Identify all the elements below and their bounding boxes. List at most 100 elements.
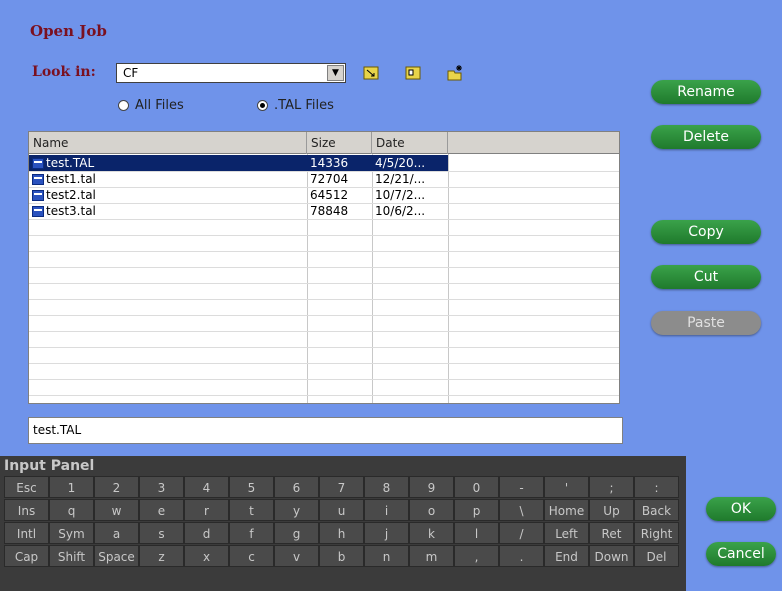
cell-date: 12/21/... [375,172,426,186]
key-v[interactable]: v [274,545,319,567]
row-divider [29,267,619,268]
key-q[interactable]: q [49,499,94,521]
ok-button[interactable]: OK [706,497,776,521]
key-2[interactable]: 2 [94,476,139,498]
key-i[interactable]: i [364,499,409,521]
key-h[interactable]: h [319,522,364,544]
column-divider [448,154,449,403]
key-l[interactable]: l [454,522,499,544]
key-d[interactable]: d [184,522,229,544]
cell-size: 64512 [310,188,349,202]
key-3[interactable]: 3 [139,476,184,498]
table-row[interactable]: test.TAL 14336 4/5/20... [29,155,448,171]
cut-button[interactable]: Cut [651,265,761,289]
key-end[interactable]: End [544,545,589,567]
key-sym-11[interactable]: \ [499,499,544,521]
column-header-date[interactable]: Date [372,132,448,154]
key-intl[interactable]: Intl [4,522,49,544]
column-header-size[interactable]: Size [307,132,372,154]
key-e[interactable]: e [139,499,184,521]
key-8[interactable]: 8 [364,476,409,498]
key-shift[interactable]: Shift [49,545,94,567]
file-name: test3.tal [46,204,96,218]
copy-button[interactable]: Copy [651,220,761,244]
cell-date: 4/5/20... [372,155,448,171]
key-space[interactable]: Space [94,545,139,567]
look-in-label: Look in: [32,64,96,80]
cancel-button[interactable]: Cancel [706,542,776,566]
key-r[interactable]: r [184,499,229,521]
look-in-value: CF [123,66,139,80]
row-divider [29,299,619,300]
key-z[interactable]: z [139,545,184,567]
table-row[interactable]: test1.tal 72704 12/21/... [29,171,448,187]
look-in-combobox[interactable]: CF ▼ [116,63,346,83]
table-row[interactable]: test3.tal 78848 10/6/2... [29,203,448,219]
key-sym-10[interactable]: , [454,545,499,567]
key-c[interactable]: c [229,545,274,567]
table-row[interactable]: test2.tal 64512 10/7/2... [29,187,448,203]
all-files-radio[interactable]: All Files [118,98,184,113]
chevron-down-icon[interactable]: ▼ [327,65,344,81]
column-header-name[interactable]: Name [29,132,307,154]
tal-files-radio[interactable]: .TAL Files [257,98,334,113]
key-4[interactable]: 4 [184,476,229,498]
key-t[interactable]: t [229,499,274,521]
key-sym-14[interactable]: : [634,476,679,498]
key-y[interactable]: y [274,499,319,521]
key-f[interactable]: f [229,522,274,544]
key-sym-11[interactable]: - [499,476,544,498]
key-ins[interactable]: Ins [4,499,49,521]
key-o[interactable]: o [409,499,454,521]
key-s[interactable]: s [139,522,184,544]
key-sym-12[interactable]: ' [544,476,589,498]
key-g[interactable]: g [274,522,319,544]
key-sym[interactable]: Sym [49,522,94,544]
key-right[interactable]: Right [634,522,679,544]
cell-size: 14336 [307,155,372,171]
key-a[interactable]: a [94,522,139,544]
input-panel-title: Input Panel [4,458,95,474]
new-folder-icon[interactable] [446,64,464,82]
key-5[interactable]: 5 [229,476,274,498]
rename-button[interactable]: Rename [651,80,761,104]
tal-file-icon [32,158,44,169]
key-9[interactable]: 9 [409,476,454,498]
key-u[interactable]: u [319,499,364,521]
filename-field[interactable]: test.TAL [28,417,623,444]
key-del[interactable]: Del [634,545,679,567]
paste-button[interactable]: Paste [651,311,761,335]
row-divider [29,347,619,348]
key-home[interactable]: Home [544,499,589,521]
key-p[interactable]: p [454,499,499,521]
folder-up-icon[interactable] [362,64,380,82]
key-7[interactable]: 7 [319,476,364,498]
key-j[interactable]: j [364,522,409,544]
key-0[interactable]: 0 [454,476,499,498]
radio-on-icon [257,100,268,111]
key-b[interactable]: b [319,545,364,567]
file-list[interactable]: Name Size Date test.TAL 14336 4/5/20... tes… [28,131,620,404]
row-divider [29,379,619,380]
key-left[interactable]: Left [544,522,589,544]
key-1[interactable]: 1 [49,476,94,498]
row-divider [29,219,619,220]
key-k[interactable]: k [409,522,454,544]
key-w[interactable]: w [94,499,139,521]
key-up[interactable]: Up [589,499,634,521]
key-n[interactable]: n [364,545,409,567]
key-6[interactable]: 6 [274,476,319,498]
key-back[interactable]: Back [634,499,679,521]
key-m[interactable]: m [409,545,454,567]
key-cap[interactable]: Cap [4,545,49,567]
key-sym-11[interactable]: / [499,522,544,544]
key-ret[interactable]: Ret [589,522,634,544]
key-sym-13[interactable]: ; [589,476,634,498]
key-x[interactable]: x [184,545,229,567]
folder-icon[interactable] [404,64,422,82]
key-esc[interactable]: Esc [4,476,49,498]
key-down[interactable]: Down [589,545,634,567]
cell-name: test1.tal [29,171,307,187]
delete-button[interactable]: Delete [651,125,761,149]
key-sym-11[interactable]: . [499,545,544,567]
